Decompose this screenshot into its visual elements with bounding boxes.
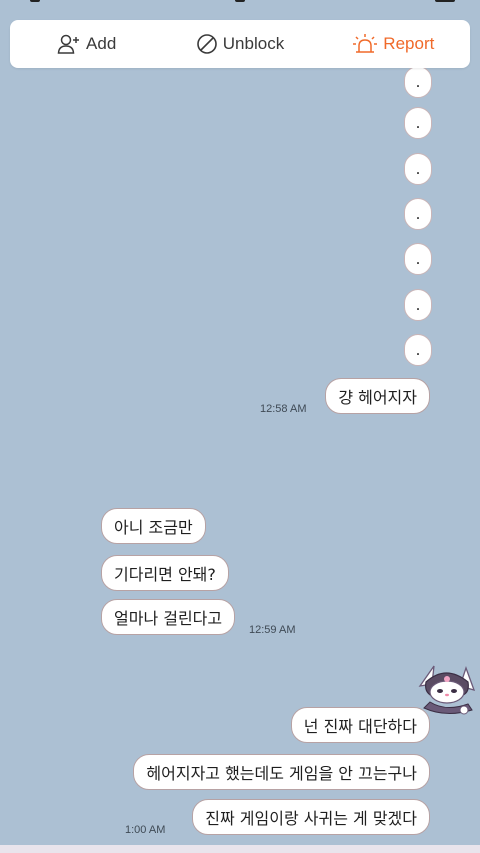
message-time: 1:00 AM bbox=[125, 824, 166, 836]
siren-icon bbox=[352, 33, 378, 55]
dot-message: . bbox=[404, 198, 432, 230]
sent-message: 헤어지자고 했는데도 게임을 안 끄는구나 bbox=[133, 754, 430, 790]
dot-message: . bbox=[404, 153, 432, 185]
kuromi-sticker-icon bbox=[416, 660, 478, 718]
chat-area[interactable]: . . . . . . . 걍 헤어지자 12:58 AM 아니 조금만 기다리… bbox=[0, 0, 480, 853]
sent-message: 진짜 게임이랑 사귀는 게 맞겠다 bbox=[192, 799, 430, 835]
unblock-label: Unblock bbox=[222, 34, 285, 53]
dot-message: . bbox=[404, 107, 432, 139]
add-label: Add bbox=[86, 34, 117, 53]
message-time: 12:59 AM bbox=[249, 624, 296, 636]
chat-action-bar: Add Unblock Report bbox=[10, 20, 470, 68]
message-time: 12:58 AM bbox=[260, 403, 307, 415]
received-message: 기다리면 안돼? bbox=[101, 555, 229, 591]
unblock-button[interactable]: Unblock bbox=[163, 33, 316, 55]
received-message: 아니 조금만 bbox=[101, 508, 206, 544]
sent-message: 넌 진짜 대단하다 bbox=[290, 707, 430, 743]
received-message: 얼마나 걸린다고 bbox=[101, 599, 236, 635]
blocked-icon bbox=[196, 33, 218, 55]
sent-message: 걍 헤어지자 bbox=[325, 378, 430, 414]
input-bar-edge bbox=[0, 845, 480, 853]
add-person-icon bbox=[57, 33, 81, 55]
dot-message: . bbox=[404, 289, 432, 321]
dot-message: . bbox=[404, 243, 432, 275]
add-friend-button[interactable]: Add bbox=[10, 33, 163, 55]
report-button[interactable]: Report bbox=[317, 33, 470, 55]
report-label: Report bbox=[383, 34, 435, 53]
dot-message: . bbox=[404, 334, 432, 366]
dot-message: . bbox=[404, 66, 432, 98]
